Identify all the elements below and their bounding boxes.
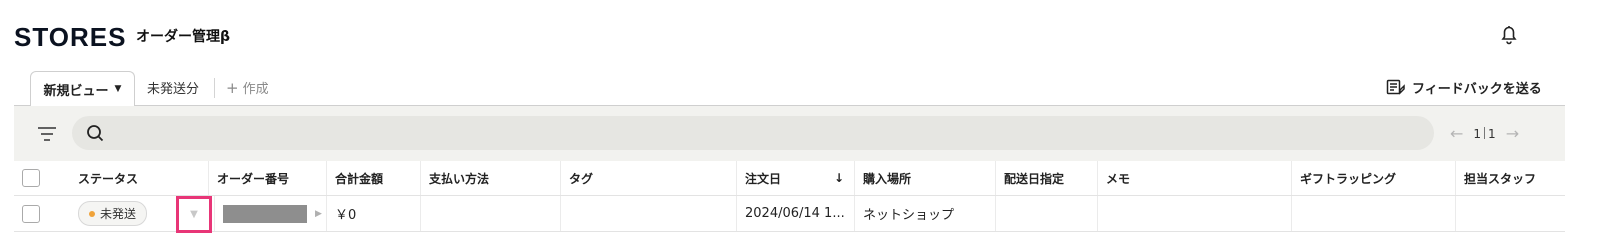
feedback-icon <box>1386 79 1405 95</box>
header-place[interactable]: 購入場所 <box>854 161 995 195</box>
sort-desc-icon[interactable]: ↓ <box>834 171 844 185</box>
header-gift[interactable]: ギフトラッピング <box>1291 161 1455 195</box>
delivery-date-cell <box>995 196 1097 231</box>
header-total[interactable]: 合計金額 <box>326 161 420 195</box>
header-delivery-date[interactable]: 配送日指定 <box>995 161 1097 195</box>
row-select-cell <box>14 196 70 231</box>
view-tabs: 新規ビュー ▼ 未発送分 + 作成 フィードバックを送る <box>0 70 1565 106</box>
tag-cell <box>560 196 736 231</box>
app-title: オーダー管理β <box>136 29 231 45</box>
feedback-label: フィードバックを送る <box>1412 82 1542 97</box>
header-memo[interactable]: メモ <box>1097 161 1291 195</box>
tab-unshipped[interactable]: 未発送分 <box>147 78 199 97</box>
search-icon <box>87 125 104 142</box>
feedback-button[interactable]: フィードバックを送る <box>1386 78 1542 97</box>
table-header: ステータス オーダー番号 合計金額 支払い方法 タグ 注文日 ↓ 購入場所 配送… <box>14 161 1565 196</box>
header-status[interactable]: ステータス <box>70 161 208 195</box>
tab-new-view-label: 新規ビュー <box>43 83 109 99</box>
tab-new-view[interactable]: 新規ビュー ▼ <box>30 71 135 106</box>
pager-label: 11 <box>1473 126 1496 141</box>
top-bar: STORES オーダー管理β <box>0 0 1565 70</box>
table-row[interactable]: 未発送 ▼ ▶ ￥0 2024/06/14 1... ネットショップ <box>14 196 1565 233</box>
create-view-button[interactable]: + 作成 <box>226 78 269 98</box>
caret-down-icon[interactable]: ▼ <box>115 84 122 94</box>
status-label: 未発送 <box>100 207 137 221</box>
row-checkbox[interactable] <box>22 204 40 223</box>
payment-cell <box>420 196 560 231</box>
memo-cell <box>1097 196 1291 231</box>
search-input[interactable] <box>72 116 1434 150</box>
chevron-down-icon: ▼ <box>190 209 198 220</box>
order-number-redacted <box>223 204 307 223</box>
bell-icon[interactable] <box>1497 22 1521 46</box>
gift-cell <box>1291 196 1455 231</box>
header-order-date[interactable]: 注文日 ↓ <box>736 161 854 195</box>
chevron-right-icon[interactable]: → <box>1506 124 1519 143</box>
total-cell: ￥0 <box>326 196 420 231</box>
staff-cell <box>1455 196 1565 231</box>
create-view-label: 作成 <box>242 82 269 97</box>
chevron-right-small-icon: ▶ <box>315 208 322 219</box>
pager-divider <box>1484 126 1486 139</box>
status-dot-icon <box>89 210 95 217</box>
search-toolbar: ← 11 → <box>14 105 1565 161</box>
pager-total: 1 <box>1488 126 1496 141</box>
filter-icon[interactable] <box>36 124 58 144</box>
place-cell: ネットショップ <box>854 196 995 231</box>
pager: ← 11 → <box>1450 124 1519 143</box>
pager-current: 1 <box>1473 126 1482 141</box>
order-date-cell: 2024/06/14 1... <box>736 196 854 231</box>
select-all-checkbox[interactable] <box>22 169 40 187</box>
header-staff[interactable]: 担当スタッフ <box>1455 161 1565 195</box>
plus-icon: + <box>226 78 239 97</box>
chevron-left-icon[interactable]: ← <box>1450 124 1463 143</box>
orders-table: ステータス オーダー番号 合計金額 支払い方法 タグ 注文日 ↓ 購入場所 配送… <box>14 161 1565 233</box>
stores-logo[interactable]: STORES <box>14 22 126 53</box>
order-number-cell[interactable]: ▶ <box>214 196 326 231</box>
status-badge[interactable]: 未発送 <box>78 201 148 226</box>
status-cell: 未発送 <box>70 196 176 231</box>
header-order-number[interactable]: オーダー番号 <box>208 161 326 195</box>
header-order-date-label: 注文日 <box>745 171 782 186</box>
select-all-cell <box>14 161 70 195</box>
tab-divider <box>214 78 215 98</box>
status-dropdown-toggle[interactable]: ▼ <box>176 196 212 233</box>
header-payment[interactable]: 支払い方法 <box>420 161 560 195</box>
header-tag[interactable]: タグ <box>560 161 736 195</box>
